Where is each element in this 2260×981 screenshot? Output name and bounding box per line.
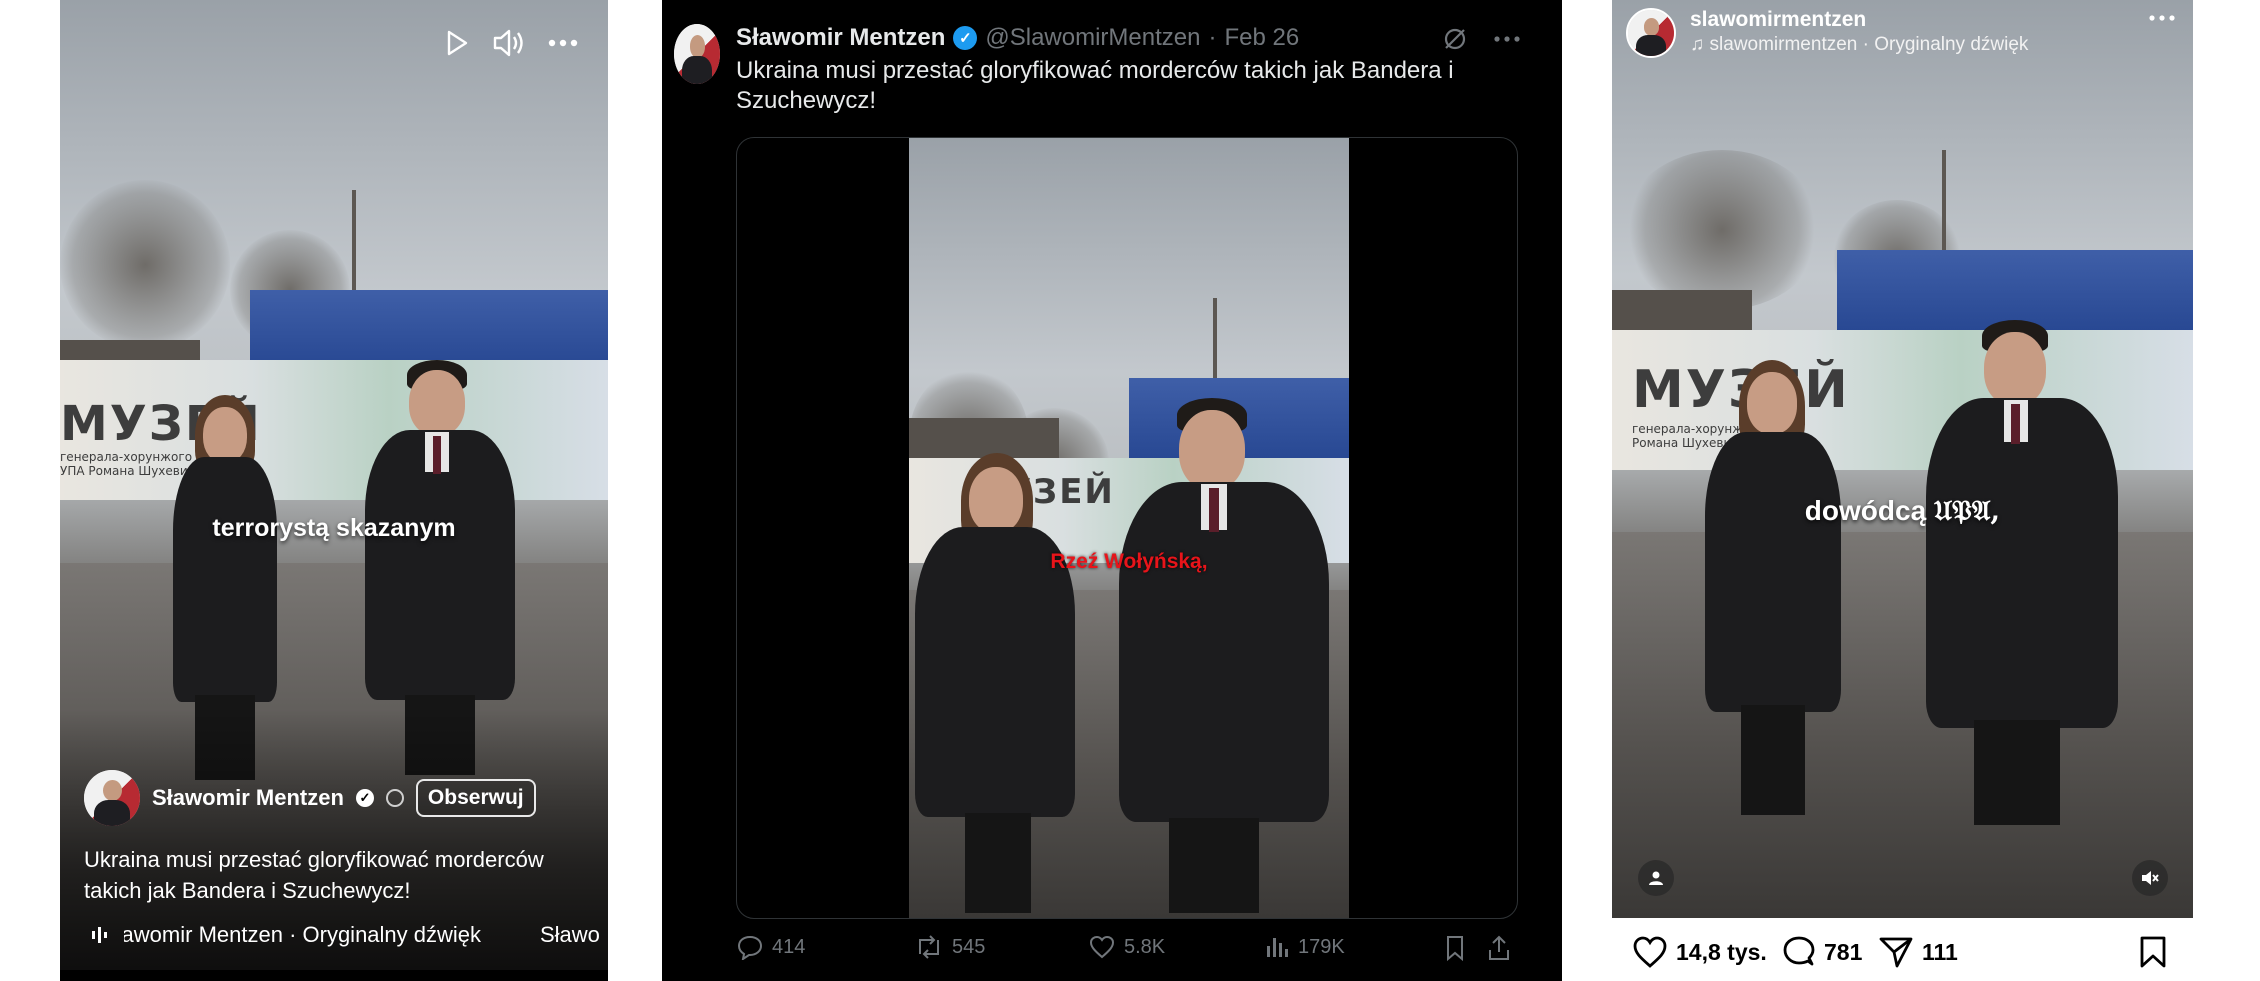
person-woman (909, 453, 1079, 918)
more-icon[interactable] (2149, 14, 2175, 22)
more-icon[interactable] (1494, 26, 1520, 52)
views-button[interactable]: 179K (1264, 934, 1345, 960)
volume-icon[interactable] (492, 28, 526, 58)
like-button[interactable]: 14,8 tys. (1632, 935, 1767, 969)
views-icon (1267, 938, 1288, 957)
comment-count: 781 (1824, 938, 1863, 965)
play-icon[interactable] (444, 29, 470, 57)
verified-icon: ✓ (953, 26, 978, 50)
tweet-date[interactable]: Feb 26 (1224, 24, 1299, 52)
repost-button[interactable]: 545 (914, 934, 985, 960)
video-caption: terrorystą skazanym (212, 514, 456, 542)
tweet-header: Sławomir Mentzen ✓ @SlawomirMentzen · Fe… (736, 24, 1299, 52)
grok-icon[interactable] (1442, 26, 1468, 52)
tweet-panel: Sławomir Mentzen ✓ @SlawomirMentzen · Fe… (662, 0, 1562, 981)
video-frame[interactable]: МУЗЕЙ Rzeź Wołyńską, (909, 138, 1349, 918)
tweet-top-actions (1442, 26, 1520, 52)
reply-icon (737, 935, 763, 960)
repost-count: 545 (952, 935, 986, 958)
tweet-action-bar: 414 545 5.8K 179K (736, 934, 1516, 970)
post-text: Ukraina musi przestać gloryfikować morde… (84, 847, 544, 903)
caption-suffix: 𝔘𝔓𝔄, (1933, 494, 2001, 527)
video-caption: dowódcą 𝔘𝔓𝔄, (1612, 494, 2193, 528)
post-author-row: Sławomir Mentzen ✓ Obserwuj (84, 770, 536, 826)
muted-icon[interactable] (2132, 860, 2168, 896)
instagram-reel-panel: МУЗЕЙ генерала-хорунжого УПА Романа Шухе… (1612, 0, 2193, 981)
video-post-panel-left: МУЗЕЙ генерала-хорунжого УПА Романа Шухе… (60, 0, 608, 981)
like-count: 14,8 tys. (1676, 938, 1767, 965)
like-count: 5.8K (1124, 935, 1166, 958)
reply-button[interactable]: 414 (736, 934, 805, 960)
repost-icon (919, 935, 939, 959)
avatar[interactable] (1626, 8, 1676, 58)
more-icon[interactable] (548, 39, 578, 47)
tree (60, 180, 230, 350)
author-handle[interactable]: @SlawomirMentzen (985, 24, 1200, 52)
share-icon (1879, 937, 1913, 968)
audio-label-repeat: Sławo (540, 922, 600, 947)
follow-button[interactable]: Obserwuj (415, 779, 536, 817)
tag-people-icon[interactable] (1638, 860, 1674, 896)
audio-row[interactable]: Sławomir Mentzen · Oryginalny dźwięk Sła… (90, 922, 600, 948)
tree (1622, 150, 1822, 310)
like-button[interactable]: 5.8K (1088, 934, 1165, 960)
bookmark-icon (1447, 936, 1463, 962)
audio-label: Sławomir Mentzen · Oryginalny dźwięk (124, 922, 482, 947)
video-frame[interactable]: МУЗЕЙ генерала-хорунжого УПА Романа Шухе… (1612, 0, 2193, 918)
share-count: 111 (1922, 938, 1958, 965)
museum-banner: МУЗЕЙ генерала-хорунжого УПА Романа Шухе… (60, 360, 608, 500)
audio-label: slawomirmentzen · Oryginalny dźwięk (1709, 34, 2029, 55)
author-avatar[interactable] (674, 24, 720, 84)
comment-icon (1783, 936, 1815, 966)
heart-icon (1633, 936, 1667, 968)
share-icon (1489, 935, 1509, 960)
person-man (1109, 398, 1339, 918)
sound-wave-icon (90, 925, 108, 945)
reel-action-bar: 14,8 tys. 781 111 (1612, 935, 2193, 975)
verified-icon: ✓ (355, 789, 374, 807)
reel-header: slawomirmentzen ♫ slawomirmentzen · Oryg… (1626, 8, 2028, 58)
caption-prefix: dowódcą (1804, 495, 1927, 526)
bookmark-icon (2140, 936, 2166, 968)
video-controls (444, 28, 578, 58)
bookmark-button[interactable] (1443, 934, 1467, 962)
person-man (1912, 320, 2132, 830)
tweet-text: Ukraina musi przestać gloryfikować morde… (736, 57, 1454, 114)
tweet-video[interactable]: МУЗЕЙ Rzeź Wołyńską, (736, 137, 1518, 919)
person-woman (1697, 360, 1847, 820)
audio-row[interactable]: ♫ slawomirmentzen · Oryginalny dźwięk (1690, 32, 2028, 58)
share-button[interactable] (1486, 934, 1512, 962)
reply-count: 414 (772, 935, 806, 958)
separator-dot: · (1208, 24, 1217, 51)
views-count: 179K (1298, 935, 1345, 958)
save-button[interactable] (2138, 935, 2168, 969)
share-button[interactable]: 111 (1878, 935, 1958, 969)
author-name[interactable]: Sławomir Mentzen (736, 24, 945, 52)
music-note-icon: ♫ (1690, 34, 1705, 55)
author-name[interactable]: Sławomir Mentzen (152, 785, 344, 811)
username[interactable]: slawomirmentzen (1690, 8, 2028, 32)
like-icon (1089, 935, 1115, 959)
video-caption: Rzeź Wołyńską, (1050, 550, 1208, 573)
comment-button[interactable]: 781 (1782, 935, 1862, 969)
avatar[interactable] (84, 770, 140, 826)
globe-icon (385, 789, 404, 807)
